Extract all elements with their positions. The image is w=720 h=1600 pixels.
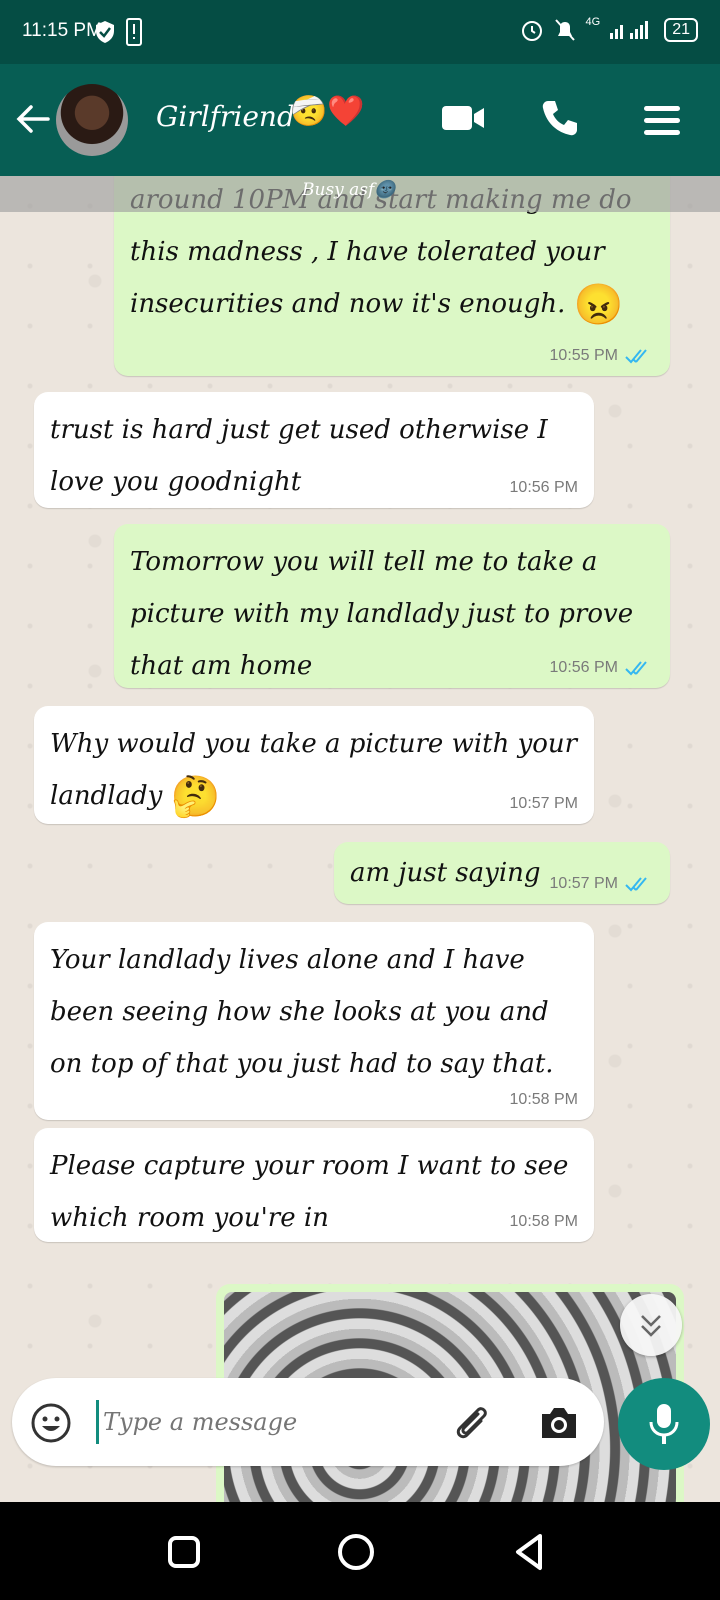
message-time: 10:56 PM xyxy=(509,479,578,496)
message-text: Your landlady lives alone and I have bee… xyxy=(50,945,554,1079)
alarm-icon xyxy=(521,21,542,41)
home-icon[interactable] xyxy=(334,1530,378,1574)
message-input[interactable] xyxy=(96,1400,396,1444)
message-meta: 10:57 PM xyxy=(550,874,654,894)
message-time: 10:55 PM xyxy=(549,347,618,364)
message-meta: 10:56 PM xyxy=(510,478,578,498)
recent-apps-icon[interactable] xyxy=(162,1530,206,1574)
message-meta: 10:57 PM xyxy=(510,794,578,814)
chevron-double-down-icon xyxy=(641,1315,661,1337)
back-nav-icon[interactable] xyxy=(508,1530,552,1574)
message-input-bar xyxy=(12,1378,604,1466)
chat-header: Girlfriend 🤕❤️ xyxy=(0,64,720,176)
message-time: 10:57 PM xyxy=(509,795,578,812)
message-text: Why would you take a picture with your l… xyxy=(50,729,578,811)
scroll-to-bottom-button[interactable] xyxy=(620,1294,682,1356)
phone-icon[interactable] xyxy=(540,98,580,138)
message-meta: 10:58 PM xyxy=(510,1090,578,1110)
emoji-icon[interactable] xyxy=(30,1402,72,1444)
message-time: 10:58 PM xyxy=(509,1091,578,1108)
status-bar: 11:15 PM 4G 21 xyxy=(0,0,720,64)
read-ticks-icon xyxy=(625,877,647,892)
input-area xyxy=(0,1366,720,1502)
message-bubble[interactable]: trust is hard just get used otherwise I … xyxy=(34,392,594,508)
message-text: trust is hard just get used otherwise I … xyxy=(50,415,548,497)
battery-indicator: 21 xyxy=(664,18,698,42)
avatar[interactable] xyxy=(56,84,128,156)
overlay-text: Busy asf🌚 xyxy=(302,180,396,200)
back-arrow-icon[interactable] xyxy=(14,100,52,138)
contact-name[interactable]: Girlfriend xyxy=(156,100,295,133)
message-bubble[interactable]: Your landlady lives alone and I have bee… xyxy=(34,922,594,1120)
status-time: 11:15 PM xyxy=(22,20,102,41)
message-bubble[interactable]: am just saying 10:57 PM xyxy=(334,842,670,904)
message-meta: 10:55 PM xyxy=(550,346,654,366)
message-bubble[interactable]: Please capture your room I want to see w… xyxy=(34,1128,594,1242)
mute-icon xyxy=(554,19,575,41)
message-bubble[interactable]: Why would you take a picture with your l… xyxy=(34,706,594,824)
video-call-icon[interactable] xyxy=(442,102,486,134)
menu-icon[interactable] xyxy=(642,100,682,140)
network-type: 4G xyxy=(585,16,601,28)
message-meta: 10:56 PM xyxy=(550,658,654,678)
message-bubble[interactable]: Tomorrow you will tell me to take a pict… xyxy=(114,524,670,688)
message-emoji: 😠 xyxy=(573,282,624,328)
status-right: 4G 21 xyxy=(520,16,698,42)
shield-icon xyxy=(96,21,114,43)
camera-icon[interactable] xyxy=(538,1402,580,1444)
signal-icon xyxy=(610,21,649,39)
overlay-banner: Busy asf🌚 xyxy=(0,176,720,212)
read-ticks-icon xyxy=(625,661,647,676)
phone-alert-icon xyxy=(126,18,142,46)
read-ticks-icon xyxy=(625,349,647,364)
message-text: am just saying xyxy=(350,858,541,888)
paperclip-icon[interactable] xyxy=(448,1400,492,1444)
message-text: Please capture your room I want to see w… xyxy=(50,1151,569,1233)
message-time: 10:57 PM xyxy=(549,875,618,892)
message-emoji: 🤔 xyxy=(170,774,221,820)
message-time: 10:58 PM xyxy=(509,1213,578,1230)
name-emoji: 🤕❤️ xyxy=(290,94,365,129)
navigation-bar xyxy=(0,1502,720,1600)
microphone-icon xyxy=(649,1404,679,1444)
voice-message-button[interactable] xyxy=(618,1378,710,1470)
message-time: 10:56 PM xyxy=(549,659,618,676)
message-meta: 10:58 PM xyxy=(510,1212,578,1232)
